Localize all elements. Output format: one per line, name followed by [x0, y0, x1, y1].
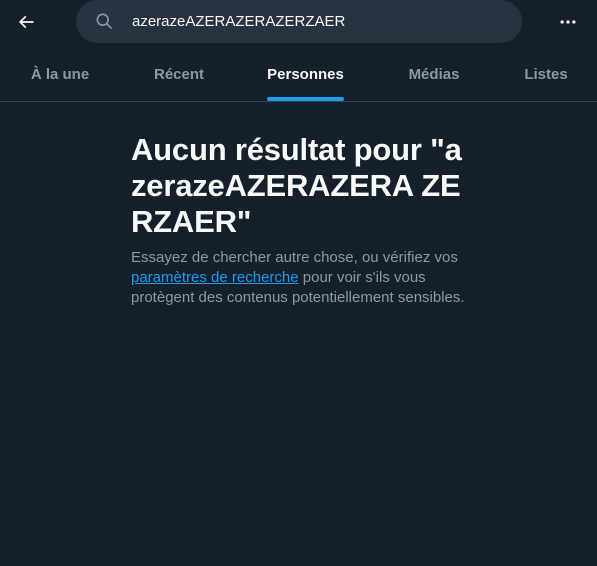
tab-label: Médias [408, 66, 460, 83]
search-box[interactable] [76, 0, 522, 43]
tab-a-la-une[interactable]: À la une [0, 48, 120, 101]
tab-personnes[interactable]: Personnes [238, 48, 373, 101]
tab-medias[interactable]: Médias [373, 48, 495, 101]
tab-recent[interactable]: Récent [120, 48, 238, 101]
search-settings-link[interactable]: paramètres de recherche [131, 269, 299, 286]
search-tabs: À la une Récent Personnes Médias Listes [0, 48, 597, 102]
search-icon [94, 11, 114, 31]
more-horizontal-icon [558, 12, 578, 32]
active-tab-indicator [267, 97, 344, 101]
empty-state-description: Essayez de chercher autre chose, ou véri… [131, 248, 471, 308]
empty-state-title: Aucun résultat pour "azerazeAZERAZERA ZE… [131, 132, 462, 239]
tab-label: Récent [153, 66, 205, 83]
more-button[interactable] [550, 4, 586, 40]
search-input[interactable] [132, 0, 502, 43]
tab-listes[interactable]: Listes [495, 48, 597, 101]
tab-label: À la une [30, 66, 90, 83]
tab-label: Listes [524, 66, 568, 83]
back-button[interactable] [8, 4, 44, 40]
top-bar [0, 0, 597, 44]
tab-label: Personnes [267, 66, 344, 83]
empty-state-text-before: Essayez de chercher autre chose, ou véri… [131, 249, 458, 266]
arrow-left-icon [16, 12, 36, 32]
empty-state: Aucun résultat pour "azerazeAZERAZERA ZE… [131, 132, 471, 308]
